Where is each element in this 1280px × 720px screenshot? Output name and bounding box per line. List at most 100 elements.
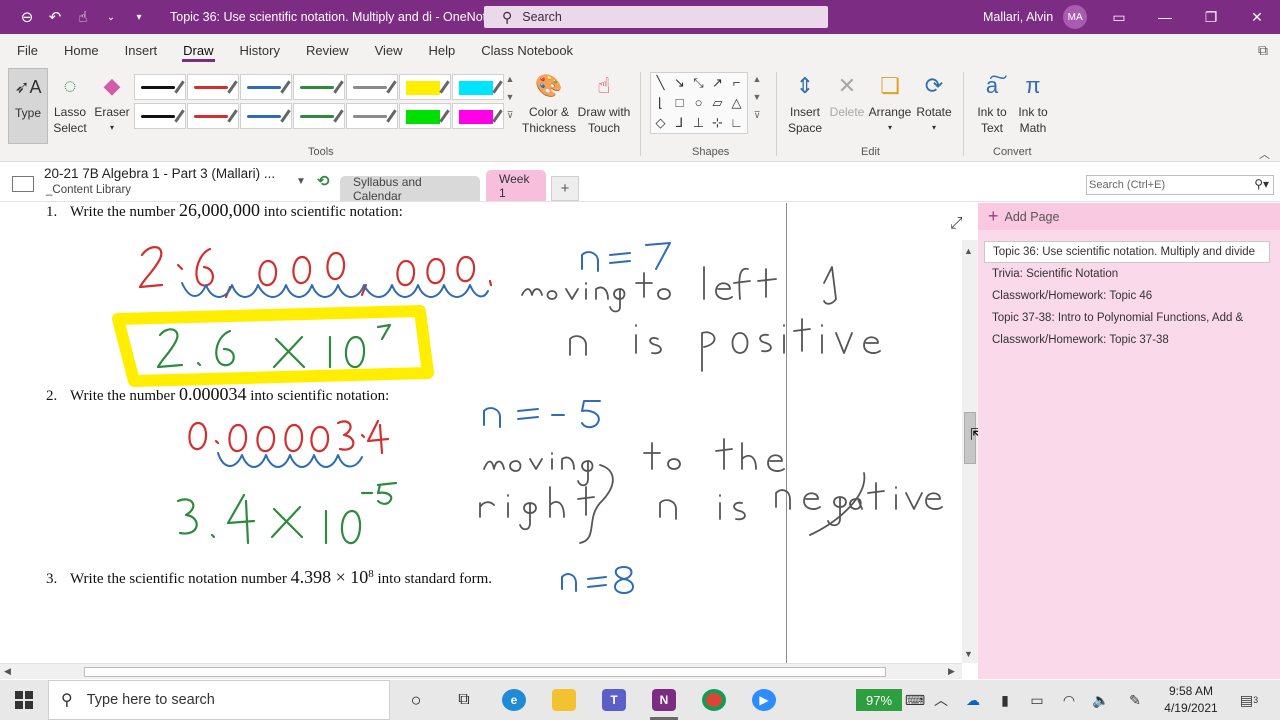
bracket-shape-icon[interactable]: ⌊ [651,93,670,113]
pen-swatch[interactable] [187,103,239,129]
pen-swatch[interactable] [346,103,398,129]
collapse-ribbon-icon[interactable]: ︿ [1259,146,1270,162]
pen-gallery-scroll[interactable]: ▲ ▼ ⊽ [504,74,516,134]
axis-shape-icon[interactable]: ⅃ [670,113,689,133]
notebook-icon[interactable] [12,176,34,192]
line-shape-icon[interactable]: ╲ [651,73,670,93]
diamond-shape-icon[interactable]: ◇ [651,113,670,133]
tab-file[interactable]: File [4,34,51,66]
touch-mode-icon[interactable]: ☝ [70,4,96,30]
full-page-view-icon[interactable]: ⧉ [1258,42,1268,59]
pen-swatch[interactable] [187,74,239,100]
tab-insert[interactable]: Insert [112,34,171,66]
tab-draw[interactable]: Draw [170,34,226,66]
shapes-scroll-up-icon[interactable]: ▲ [753,74,762,84]
pen-swatch[interactable] [240,74,292,100]
eraser-button[interactable]: ◆ Eraser ▾ [92,68,132,144]
arrange-button[interactable]: ❏ Arrange ▾ [868,68,912,144]
shapes-gallery-scroll[interactable]: ▲ ▼ ⊽ [751,74,763,134]
scroll-right-icon[interactable]: ▶ [948,666,955,677]
search-box[interactable]: ⚲ Search [484,6,828,28]
ribbon-display-icon[interactable]: ▭ [1096,0,1142,34]
file-explorer-app[interactable] [540,680,588,720]
pen-swatch[interactable] [346,74,398,100]
parallelogram-shape-icon[interactable]: ▱ [708,93,727,113]
delete-button[interactable]: ✕ Delete [828,68,866,144]
pen-swatch[interactable] [452,103,504,129]
pen-swatch[interactable] [240,103,292,129]
tab-view[interactable]: View [362,34,416,66]
ellipse-shape-icon[interactable]: ○ [689,93,708,113]
tab-history[interactable]: History [227,34,293,66]
ink-to-math-button[interactable]: π Ink to Math [1013,68,1053,144]
color-thickness-button[interactable]: 🎨 Color & Thickness [522,68,576,144]
pen-swatch[interactable] [134,103,186,129]
battery-icon[interactable]: ▭ [1026,680,1048,720]
back-icon[interactable]: ⊖ [14,4,40,30]
notebook-dropdown-icon[interactable]: ▼ [296,176,306,187]
section-group-name[interactable]: _Content Library [46,184,131,196]
edge-app[interactable]: e [490,680,538,720]
graph-shape-icon[interactable]: ∟ [727,113,746,133]
pen-icon[interactable]: ▮ [994,680,1016,720]
wifi-icon[interactable]: ◠ [1058,680,1080,720]
page-item[interactable]: Trivia: Scientific Notation [984,263,1270,285]
page-item[interactable]: Topic 36: Use scientific notation. Multi… [984,241,1270,263]
lasso-select-button[interactable]: ◌ Lasso Select [50,68,90,144]
tab-home[interactable]: Home [51,34,112,66]
rectangle-shape-icon[interactable]: □ [670,93,689,113]
xy-axis-shape-icon[interactable]: ⊥ [689,113,708,133]
pen-workspace-icon[interactable]: ✎ [1124,680,1146,720]
pen-swatch[interactable] [293,103,345,129]
pen-swatch[interactable] [293,74,345,100]
pen-swatch[interactable] [452,74,504,100]
page-canvas[interactable]: ⤢ 1. Write the number 26,000,000 into sci… [0,203,962,663]
undo-icon[interactable]: ↶ [42,4,68,30]
avatar[interactable]: MA [1063,5,1088,29]
corner-arrow-shape-icon[interactable]: ↗ [708,73,727,93]
page-item[interactable]: Classwork/Homework: Topic 46 [984,285,1270,307]
shapes-more-icon[interactable]: ⊽ [754,110,761,121]
scroll-down-icon[interactable]: ▼ [964,649,973,659]
tab-class-notebook[interactable]: Class Notebook [468,34,586,66]
tab-help[interactable]: Help [416,34,469,66]
volume-icon[interactable]: 🔈 [1090,680,1112,720]
onenote-app[interactable]: N [640,680,688,720]
onedrive-icon[interactable]: ☁ [962,680,984,720]
triangle-shape-icon[interactable]: △ [727,93,746,113]
zoom-app[interactable]: ▶ [740,680,788,720]
taskbar-clock[interactable]: 9:58 AM 4/19/2021 [1158,683,1224,717]
page-item[interactable]: Classwork/Homework: Topic 37-38 [984,329,1270,351]
scroll-left-icon[interactable]: ◀ [4,666,11,677]
battery-indicator[interactable]: 97% [856,689,902,711]
scroll-up-icon[interactable]: ▲ [506,74,515,84]
close-icon[interactable]: ✕ [1234,0,1280,34]
task-view-button[interactable]: ⧉ [440,680,488,720]
type-button[interactable]: ➶A Type [8,68,48,144]
double-arrow-shape-icon[interactable]: ⤡ [689,73,708,93]
page-horizontal-scrollbar[interactable]: ◀ ▶ [0,663,962,679]
start-button[interactable] [0,680,48,720]
page-item[interactable]: Topic 37-38: Intro to Polynomial Functio… [984,307,1270,329]
section-tab-week-1[interactable]: Week 1 [486,170,546,201]
insert-space-button[interactable]: ⇕ Insert Space [784,68,826,144]
pen-swatch[interactable] [399,103,451,129]
show-hidden-icons-icon[interactable]: ︿ [930,680,952,720]
scroll-down-icon[interactable]: ▼ [506,92,515,102]
elbow-shape-icon[interactable]: ⌐ [727,73,746,93]
draw-with-touch-button[interactable]: ☝ Draw with Touch [576,68,632,144]
pen-swatch[interactable] [134,74,186,100]
qat-dropdown-icon[interactable]: ⌄ [98,4,124,30]
section-tab-syllabus[interactable]: Syllabus and Calendar [340,175,480,203]
minimize-icon[interactable]: — [1142,0,1188,34]
shapes-scroll-down-icon[interactable]: ▼ [753,92,762,102]
add-page-button[interactable]: + Add Page [978,203,1280,230]
rotate-button[interactable]: ⟳ Rotate ▾ [913,68,955,144]
xyz-axis-shape-icon[interactable]: ⊹ [708,113,727,133]
chrome-app[interactable] [690,680,738,720]
touch-keyboard-icon[interactable]: ⌨ [904,680,926,720]
account[interactable]: Mallari, Alvin MA [983,0,1088,34]
teams-app[interactable]: T [590,680,638,720]
taskbar-search-box[interactable]: ⚲ Type here to search [48,680,390,720]
scroll-up-icon[interactable]: ▲ [964,246,973,256]
